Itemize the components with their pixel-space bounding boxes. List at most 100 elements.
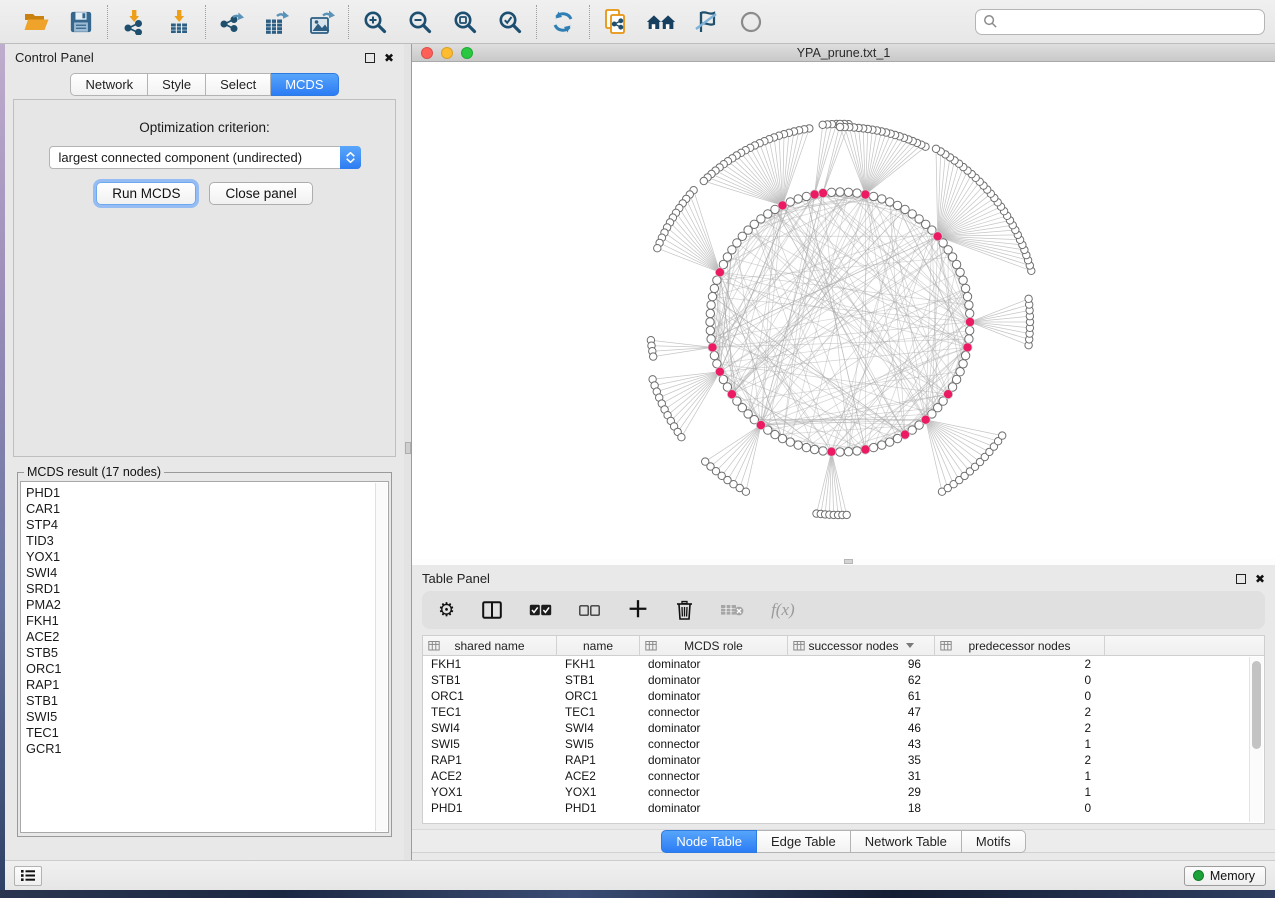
- close-panel-icon[interactable]: ✖: [1255, 574, 1265, 584]
- traffic-light-minimize[interactable]: [441, 47, 453, 59]
- column-header-predecessor-nodes[interactable]: predecessor nodes: [935, 636, 1105, 655]
- memory-button[interactable]: Memory: [1184, 866, 1266, 886]
- network-node[interactable]: [886, 198, 894, 206]
- select-all-button[interactable]: [529, 604, 552, 616]
- mcds-result-item[interactable]: SWI4: [26, 565, 388, 581]
- splitter-grip[interactable]: [844, 559, 853, 564]
- network-node[interactable]: [952, 375, 960, 383]
- tab-style[interactable]: Style: [148, 73, 206, 96]
- import-table-button[interactable]: [164, 7, 194, 37]
- table-row[interactable]: ACE2ACE2connector311: [423, 768, 1264, 784]
- search-box[interactable]: [975, 9, 1265, 35]
- table-row[interactable]: FKH1FKH1dominator962: [423, 656, 1264, 672]
- network-node[interactable]: [844, 188, 852, 196]
- network-node[interactable]: [819, 447, 827, 455]
- mcds-hub-node[interactable]: [818, 189, 827, 198]
- network-node[interactable]: [802, 443, 810, 451]
- satellite-node[interactable]: [836, 123, 843, 130]
- network-node[interactable]: [959, 360, 967, 368]
- mcds-result-item[interactable]: SWI5: [26, 709, 388, 725]
- network-node[interactable]: [966, 309, 974, 317]
- mcds-list-scrollbar[interactable]: [375, 483, 387, 831]
- mcds-hub-node[interactable]: [715, 367, 724, 376]
- float-panel-icon[interactable]: [1236, 574, 1246, 584]
- network-node[interactable]: [878, 195, 886, 203]
- zoom-selected-button[interactable]: [495, 7, 525, 37]
- satellite-node[interactable]: [650, 353, 657, 360]
- network-node[interactable]: [961, 284, 969, 292]
- mcds-result-item[interactable]: STB1: [26, 693, 388, 709]
- mcds-result-item[interactable]: ACE2: [26, 629, 388, 645]
- export-network-button[interactable]: [217, 7, 247, 37]
- traffic-light-close[interactable]: [421, 47, 433, 59]
- tab-mcds[interactable]: MCDS: [271, 73, 338, 96]
- table-scrollbar[interactable]: [1249, 657, 1263, 822]
- network-node[interactable]: [706, 309, 714, 317]
- run-mcds-button[interactable]: Run MCDS: [96, 182, 196, 205]
- open-session-button[interactable]: [21, 7, 51, 37]
- splitter-grip[interactable]: [405, 442, 411, 454]
- column-header-name[interactable]: name: [557, 636, 640, 655]
- column-header-successor-nodes[interactable]: successor nodes: [788, 636, 935, 655]
- tab-network[interactable]: Network: [70, 73, 148, 96]
- mcds-result-item[interactable]: CAR1: [26, 501, 388, 517]
- network-node[interactable]: [963, 292, 971, 300]
- optimization-criterion-dropdown[interactable]: largest connected component (undirected): [49, 146, 361, 169]
- mcds-result-item[interactable]: SRD1: [26, 581, 388, 597]
- network-node[interactable]: [802, 192, 810, 200]
- network-canvas[interactable]: [412, 62, 1275, 559]
- mcds-result-item[interactable]: RAP1: [26, 677, 388, 693]
- mcds-hub-node[interactable]: [963, 343, 972, 352]
- mcds-result-item[interactable]: ORC1: [26, 661, 388, 677]
- mcds-result-item[interactable]: STP4: [26, 517, 388, 533]
- network-node[interactable]: [810, 445, 818, 453]
- float-panel-icon[interactable]: [365, 53, 375, 63]
- mcds-result-item[interactable]: YOX1: [26, 549, 388, 565]
- network-node[interactable]: [956, 268, 964, 276]
- mcds-result-item[interactable]: STB5: [26, 645, 388, 661]
- search-input[interactable]: [1003, 14, 1257, 29]
- delete-table-button-disabled[interactable]: [720, 603, 744, 617]
- network-node[interactable]: [706, 326, 714, 334]
- network-node[interactable]: [827, 188, 835, 196]
- network-node[interactable]: [966, 326, 974, 334]
- network-node[interactable]: [878, 441, 886, 449]
- mcds-result-item[interactable]: TID3: [26, 533, 388, 549]
- task-history-button[interactable]: [14, 866, 42, 886]
- network-node[interactable]: [893, 201, 901, 209]
- satellite-node[interactable]: [654, 245, 661, 252]
- function-builder-button-disabled[interactable]: f(x): [771, 600, 795, 620]
- network-node[interactable]: [961, 351, 969, 359]
- table-row[interactable]: YOX1YOX1connector291: [423, 784, 1264, 800]
- network-node[interactable]: [708, 292, 716, 300]
- mcds-hub-node[interactable]: [861, 190, 870, 199]
- table-tab-network-table[interactable]: Network Table: [851, 830, 962, 853]
- open-home-pages-button[interactable]: [646, 7, 676, 37]
- network-node[interactable]: [853, 189, 861, 197]
- mcds-hub-node[interactable]: [944, 390, 953, 399]
- mcds-hub-node[interactable]: [727, 390, 736, 399]
- refresh-layout-button[interactable]: [548, 7, 578, 37]
- mcds-hub-node[interactable]: [715, 268, 724, 277]
- mcds-hub-node[interactable]: [861, 445, 870, 454]
- tab-select[interactable]: Select: [206, 73, 271, 96]
- zoom-out-button[interactable]: [405, 7, 435, 37]
- network-node[interactable]: [707, 335, 715, 343]
- network-node[interactable]: [965, 335, 973, 343]
- save-session-button[interactable]: [66, 7, 96, 37]
- close-panel-button[interactable]: Close panel: [209, 182, 312, 205]
- mcds-hub-node[interactable]: [933, 232, 942, 241]
- mcds-result-item[interactable]: TEC1: [26, 725, 388, 741]
- export-table-button[interactable]: [262, 7, 292, 37]
- deselect-all-button[interactable]: [579, 605, 600, 616]
- table-row[interactable]: TEC1TEC1connector472: [423, 704, 1264, 720]
- network-from-selection-button[interactable]: [601, 7, 631, 37]
- network-node[interactable]: [707, 301, 715, 309]
- mcds-hub-node[interactable]: [708, 343, 717, 352]
- zoom-in-button[interactable]: [360, 7, 390, 37]
- mcds-hub-node[interactable]: [827, 447, 836, 456]
- close-panel-icon[interactable]: ✖: [384, 53, 394, 63]
- mcds-hub-node[interactable]: [810, 190, 819, 199]
- table-row[interactable]: PHD1PHD1dominator180: [423, 800, 1264, 816]
- network-node[interactable]: [778, 434, 786, 442]
